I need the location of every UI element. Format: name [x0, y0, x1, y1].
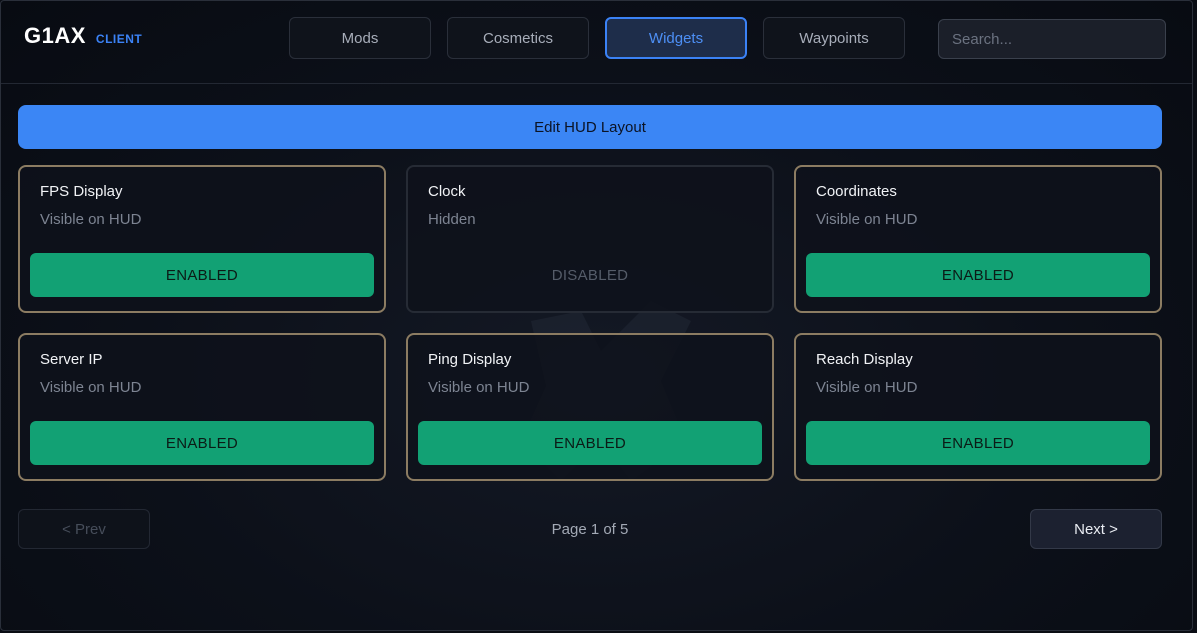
- tab-mods[interactable]: Mods: [289, 17, 431, 59]
- widget-status: Visible on HUD: [40, 211, 142, 228]
- widget-toggle-button[interactable]: ENABLED: [418, 421, 762, 465]
- client-window: G1AX CLIENT Mods Cosmetics Widgets Waypo…: [0, 0, 1193, 631]
- page-indicator: Page 1 of 5: [551, 520, 629, 538]
- tab-cosmetics[interactable]: Cosmetics: [447, 17, 589, 59]
- widget-status: Visible on HUD: [428, 379, 530, 396]
- widget-card-ping-display: Ping Display Visible on HUD ENABLED: [406, 333, 774, 481]
- widget-title: Coordinates: [816, 183, 897, 200]
- brand-name: G1AX: [24, 23, 86, 48]
- widget-card-clock: Clock Hidden DISABLED: [406, 165, 774, 313]
- widget-toggle-button[interactable]: ENABLED: [30, 253, 374, 297]
- widget-status: Visible on HUD: [816, 379, 918, 396]
- edit-hud-layout-button[interactable]: Edit HUD Layout: [18, 105, 1162, 149]
- widget-status: Visible on HUD: [816, 211, 918, 228]
- widget-card-coordinates: Coordinates Visible on HUD ENABLED: [794, 165, 1162, 313]
- tab-widgets[interactable]: Widgets: [605, 17, 747, 59]
- brand-logo: G1AX CLIENT: [24, 23, 142, 49]
- search-input[interactable]: [938, 19, 1166, 59]
- next-page-button[interactable]: Next >: [1030, 509, 1162, 549]
- widget-toggle-button[interactable]: ENABLED: [806, 253, 1150, 297]
- widget-toggle-button[interactable]: ENABLED: [30, 421, 374, 465]
- widget-toggle-button[interactable]: ENABLED: [806, 421, 1150, 465]
- widget-status: Hidden: [428, 211, 476, 228]
- widget-title: Ping Display: [428, 351, 512, 368]
- widget-title: Reach Display: [816, 351, 913, 368]
- prev-page-button[interactable]: < Prev: [18, 509, 150, 549]
- widget-status: Visible on HUD: [40, 379, 142, 396]
- widget-card-reach-display: Reach Display Visible on HUD ENABLED: [794, 333, 1162, 481]
- tab-waypoints[interactable]: Waypoints: [763, 17, 905, 59]
- widget-title: Server IP: [40, 351, 103, 368]
- widget-card-fps-display: FPS Display Visible on HUD ENABLED: [18, 165, 386, 313]
- widget-card-server-ip: Server IP Visible on HUD ENABLED: [18, 333, 386, 481]
- brand-subtitle: CLIENT: [95, 32, 143, 46]
- widget-title: Clock: [428, 183, 466, 200]
- top-bar: G1AX CLIENT Mods Cosmetics Widgets Waypo…: [1, 1, 1192, 84]
- widget-toggle-button[interactable]: DISABLED: [418, 253, 762, 297]
- widget-title: FPS Display: [40, 183, 123, 200]
